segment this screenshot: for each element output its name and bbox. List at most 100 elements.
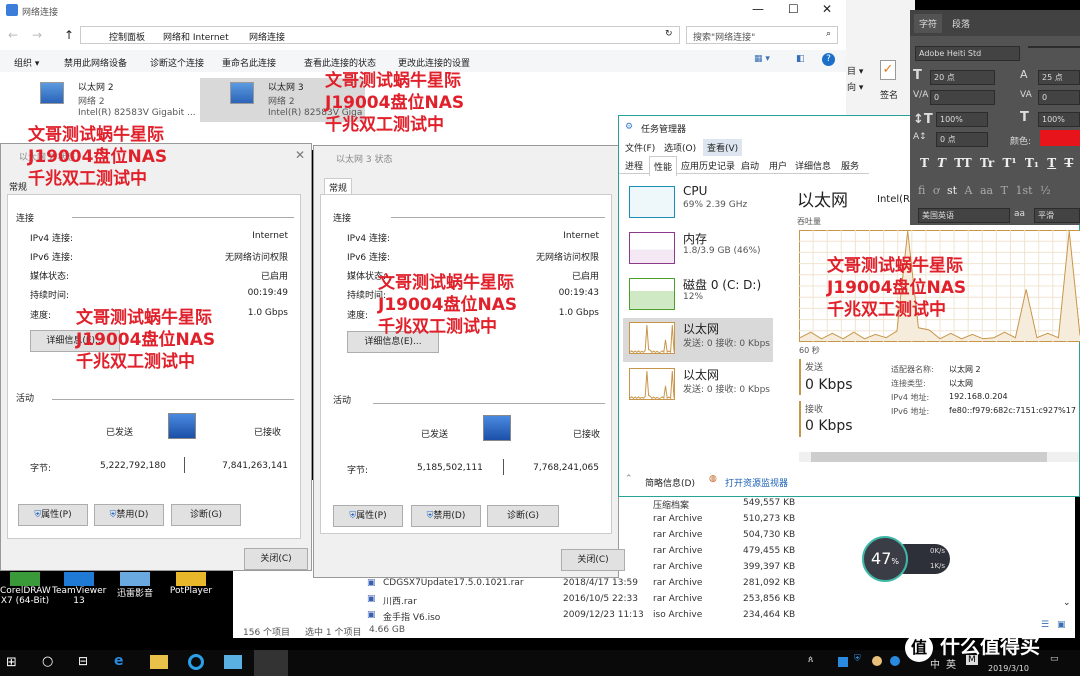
close-button[interactable]: ✕ bbox=[822, 2, 832, 16]
menu-file[interactable]: 文件(F) bbox=[625, 141, 655, 154]
tab-users[interactable]: 用户 bbox=[769, 159, 787, 172]
people-icon[interactable]: ጰ bbox=[808, 655, 813, 665]
preview-pane-icon[interactable]: ◧ bbox=[796, 54, 805, 64]
view-options-icon[interactable]: ▦ ▾ bbox=[754, 54, 770, 64]
large-icons-view-icon[interactable]: ▣ bbox=[1057, 620, 1066, 630]
close-dialog-button[interactable]: 关闭(C) bbox=[561, 549, 625, 571]
edge-icon[interactable]: e bbox=[114, 653, 124, 669]
diagnose-button[interactable]: 诊断(G) bbox=[171, 504, 241, 526]
toolbar-disable[interactable]: 禁用此网络设备 bbox=[64, 56, 127, 69]
faux-italic-button[interactable]: T bbox=[937, 156, 946, 170]
tracking-field[interactable]: 0 bbox=[1038, 90, 1080, 105]
refresh-icon[interactable]: ↻ bbox=[665, 29, 673, 39]
details-view-icon[interactable]: ☰ bbox=[1041, 620, 1049, 630]
tab-startup[interactable]: 启动 bbox=[741, 159, 759, 172]
clock-date[interactable]: 2019/3/10 bbox=[988, 664, 1029, 673]
superscript-button[interactable]: T¹ bbox=[1002, 156, 1016, 170]
dialog-close-button[interactable]: ✕ bbox=[295, 148, 305, 162]
desktop-icon-xunlei[interactable]: 迅雷影音 bbox=[110, 572, 160, 599]
tab-details[interactable]: 详细信息 bbox=[795, 159, 831, 172]
desktop-icon-coreldraw[interactable]: CorelDRAW X7 (64-Bit) bbox=[0, 572, 51, 606]
remote-desktop-icon[interactable] bbox=[224, 655, 242, 669]
scroll-down-icon[interactable]: ⌄ bbox=[1063, 598, 1071, 608]
tray-icon[interactable] bbox=[838, 657, 848, 667]
antialias-select[interactable]: 平滑 bbox=[1034, 208, 1080, 223]
horizontal-scale-field[interactable]: 100% bbox=[1038, 112, 1080, 127]
perf-item-ethernet[interactable]: 以太网 发送: 0 接收: 0 Kbps bbox=[623, 364, 773, 408]
help-icon[interactable]: ? bbox=[822, 53, 835, 66]
properties-button[interactable]: ⛨属性(P) bbox=[18, 504, 88, 526]
all-caps-button[interactable]: TT bbox=[954, 156, 971, 170]
toolbar-organize[interactable]: 组织 ▾ bbox=[14, 56, 39, 69]
breadcrumb-item[interactable]: 网络连接 bbox=[249, 30, 285, 43]
menu-options[interactable]: 选项(O) bbox=[664, 141, 696, 154]
swash-button[interactable]: A bbox=[965, 184, 973, 197]
faux-bold-button[interactable]: T bbox=[920, 156, 929, 170]
ribbon-item[interactable]: 目 ▾ bbox=[847, 64, 863, 77]
perf-item-cpu[interactable]: CPU 69% 2.39 GHz bbox=[623, 182, 773, 226]
titling-button[interactable]: T bbox=[1001, 184, 1008, 197]
small-caps-button[interactable]: Tr bbox=[980, 156, 994, 170]
security-icon[interactable]: ⛨ bbox=[854, 654, 861, 664]
tab-processes[interactable]: 进程 bbox=[625, 159, 643, 172]
desktop-icon-potplayer[interactable]: PotPlayer bbox=[166, 572, 216, 596]
tray-icon[interactable] bbox=[872, 656, 882, 666]
minimize-button[interactable]: — bbox=[752, 2, 764, 16]
collapse-icon[interactable]: ⌃ bbox=[625, 474, 633, 484]
language-select[interactable]: 美国英语 bbox=[918, 208, 1010, 223]
perf-item-disk[interactable]: 磁盘 0 (C: D:) 12% bbox=[623, 274, 773, 318]
font-family-select[interactable]: Adobe Heiti Std bbox=[915, 46, 1020, 61]
ordinals-button[interactable]: 1st bbox=[1015, 184, 1032, 197]
browser-icon[interactable] bbox=[188, 654, 204, 670]
color-swatch[interactable] bbox=[1040, 130, 1080, 146]
leading-field[interactable]: 25 点 bbox=[1038, 70, 1080, 85]
cortana-button[interactable]: ○ bbox=[42, 654, 53, 669]
search-input[interactable]: 搜索"网络连接" ⌕ bbox=[686, 26, 838, 44]
tab-services[interactable]: 服务 bbox=[841, 159, 859, 172]
task-view-button[interactable]: ⊟ bbox=[78, 654, 88, 668]
maximize-button[interactable]: ☐ bbox=[788, 2, 799, 16]
tray-icon[interactable] bbox=[890, 656, 900, 666]
close-dialog-button[interactable]: 关闭(C) bbox=[244, 548, 308, 570]
menu-view[interactable]: 查看(V) bbox=[703, 139, 743, 156]
file-row[interactable]: ▣ 川西.rar 2016/10/5 22:33 rar Archive 253,856… bbox=[233, 594, 1053, 610]
tab-app-history[interactable]: 应用历史记录 bbox=[681, 159, 735, 172]
address-bar[interactable]: 控制面板 网络和 Internet 网络连接 ↻ bbox=[80, 26, 680, 44]
subscript-button[interactable]: T₁ bbox=[1025, 156, 1039, 170]
up-button[interactable]: ↑ bbox=[64, 28, 74, 42]
notification-icon[interactable]: ▭ bbox=[1050, 654, 1059, 664]
fractions-button[interactable]: ½ bbox=[1040, 184, 1051, 197]
perf-item-memory[interactable]: 内存 1.8/3.9 GB (46%) bbox=[623, 228, 773, 272]
baseline-shift-field[interactable]: 0 点 bbox=[936, 132, 988, 147]
properties-button[interactable]: ⛨属性(P) bbox=[333, 505, 403, 527]
fewer-details-link[interactable]: 简略信息(D) bbox=[645, 476, 695, 489]
underline-button[interactable]: T bbox=[1047, 156, 1056, 170]
ribbon-item[interactable]: 向 ▾ bbox=[847, 80, 863, 93]
adapter-item[interactable]: 以太网 2 网络 2 Intel(R) 82583V Gigabit ... bbox=[36, 78, 196, 122]
tab-performance[interactable]: 性能 bbox=[649, 156, 678, 176]
tab-general[interactable]: 常规 bbox=[9, 180, 27, 193]
strikethrough-button[interactable]: T bbox=[1064, 156, 1073, 170]
disable-button[interactable]: ⛨禁用(D) bbox=[94, 504, 164, 526]
open-resource-monitor-link[interactable]: 打开资源监视器 bbox=[725, 476, 788, 489]
toolbar-rename[interactable]: 重命名此连接 bbox=[222, 56, 276, 69]
back-button[interactable]: ← bbox=[8, 28, 18, 42]
breadcrumb-item[interactable]: 网络和 Internet bbox=[163, 30, 229, 43]
discretionary-ligature-button[interactable]: st bbox=[947, 184, 957, 197]
diagnose-button[interactable]: 诊断(G) bbox=[487, 505, 559, 527]
vertical-scale-field[interactable]: 100% bbox=[936, 112, 988, 127]
toolbar-diagnose[interactable]: 诊断这个连接 bbox=[150, 56, 204, 69]
disable-button[interactable]: ⛨禁用(D) bbox=[411, 505, 481, 527]
tab-character[interactable]: 字符 bbox=[914, 14, 943, 33]
kerning-field[interactable]: 0 bbox=[930, 90, 995, 105]
font-style-select[interactable] bbox=[1028, 46, 1080, 48]
horizontal-scrollbar[interactable] bbox=[799, 452, 1079, 462]
desktop-icon-teamviewer[interactable]: TeamViewer 13 bbox=[52, 572, 106, 606]
start-button[interactable]: ⊞ bbox=[6, 655, 17, 670]
toolbar-change-settings[interactable]: 更改此连接的设置 bbox=[398, 56, 470, 69]
ribbon-signature[interactable]: 签名 bbox=[880, 88, 898, 101]
file-explorer-icon[interactable] bbox=[150, 655, 168, 669]
ligature-button[interactable]: fi bbox=[918, 184, 925, 197]
breadcrumb-item[interactable]: 控制面板 bbox=[109, 30, 145, 43]
tab-paragraph[interactable]: 段落 bbox=[952, 17, 970, 30]
